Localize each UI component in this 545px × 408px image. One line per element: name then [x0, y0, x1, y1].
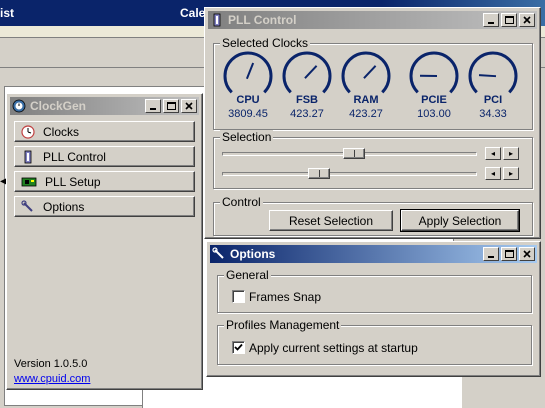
gauge-cpu-label: CPU: [236, 94, 260, 106]
minimize-icon: [488, 22, 494, 24]
frames-snap-label[interactable]: Frames Snap: [249, 290, 321, 304]
background-app-title-2: Cale: [180, 6, 206, 20]
gauge-pcie-value: 103.00: [417, 108, 451, 120]
selected-clocks-group: Selected Clocks CPU 3809.45 FSB 423.27 RAM 42…: [213, 36, 533, 130]
gauge-arc: [341, 51, 391, 94]
options-window-controls: [481, 247, 535, 261]
gauge-arc: [282, 51, 332, 94]
clockgen-window: ClockGen Clocks PLL Control PLL Setup Op…: [6, 93, 203, 390]
reset-selection-button[interactable]: Reset Selection: [269, 210, 393, 231]
menu-pll-setup-button[interactable]: PLL Setup: [14, 171, 195, 192]
clockgen-titlebar[interactable]: ClockGen: [10, 97, 199, 115]
minimize-icon: [488, 256, 494, 258]
slider-1-thumb[interactable]: [343, 148, 366, 159]
frames-snap-checkbox[interactable]: [232, 290, 245, 303]
circuit-board-icon: [21, 175, 37, 189]
menu-pll-control-button[interactable]: PLL Control: [14, 146, 195, 167]
website-link[interactable]: www.cpuid.com: [14, 373, 90, 385]
pll-control-title: PLL Control: [228, 13, 297, 27]
version-text: Version 1.0.5.0: [14, 358, 88, 370]
menu-options-label: Options: [43, 199, 85, 214]
selection-group: Selection ◂ ▸ ◂ ▸: [213, 130, 533, 189]
maximize-button[interactable]: [163, 99, 179, 113]
pll-chip-icon: [21, 150, 35, 164]
options-wrench-icon: [21, 199, 35, 214]
slider-1-decrement[interactable]: ◂: [485, 147, 501, 160]
gauge-needle: [478, 74, 497, 78]
slider-2-thumb[interactable]: [308, 168, 331, 179]
options-window: Options General Frames Snap Profiles Man…: [206, 241, 541, 377]
control-group: Control Reset Selection Apply Selection: [213, 195, 533, 236]
clockgen-app-icon: [12, 99, 26, 113]
close-button[interactable]: [519, 13, 535, 27]
control-label: Control: [220, 195, 263, 209]
selected-clocks-label: Selected Clocks: [220, 36, 311, 50]
pll-window-controls: [481, 13, 535, 27]
profiles-management-group: Profiles Management Apply current settin…: [217, 318, 532, 365]
maximize-icon: [166, 102, 176, 110]
slider-2-decrement[interactable]: ◂: [485, 167, 501, 180]
slider-2-track[interactable]: [222, 172, 477, 176]
maximize-button[interactable]: [501, 247, 517, 261]
general-label: General: [224, 268, 271, 282]
close-button[interactable]: [181, 99, 197, 113]
maximize-icon: [504, 250, 514, 258]
slider-1-increment[interactable]: ▸: [503, 147, 519, 160]
gauge-needle: [363, 65, 377, 79]
apply-at-startup-label[interactable]: Apply current settings at startup: [249, 341, 418, 355]
close-icon: [185, 102, 193, 110]
gauge-arc: [409, 51, 459, 94]
options-wrench-icon: [212, 247, 226, 261]
clockgen-title: ClockGen: [30, 99, 87, 113]
menu-pll-setup-label: PLL Setup: [45, 174, 101, 189]
background-app-title: ist: [0, 6, 15, 20]
gauge-needle: [245, 62, 255, 80]
minimize-button[interactable]: [145, 99, 161, 113]
gauge-needle: [304, 65, 318, 79]
gauge-fsb-value: 423.27: [290, 108, 324, 120]
gauge-cpu-value: 3809.45: [228, 108, 268, 120]
selection-label: Selection: [220, 130, 274, 144]
gauge-pci-value: 34.33: [479, 108, 507, 120]
pll-control-window: PLL Control Selected Clocks CPU 3809.45 FS…: [204, 7, 541, 239]
menu-clocks-label: Clocks: [43, 124, 80, 139]
minimize-button[interactable]: [483, 13, 499, 27]
close-button[interactable]: [519, 247, 535, 261]
clock-icon: [21, 124, 35, 139]
slider-2-increment[interactable]: ▸: [503, 167, 519, 180]
general-group: General Frames Snap: [217, 268, 532, 313]
menu-options-button[interactable]: Options: [14, 196, 195, 217]
apply-selection-button[interactable]: Apply Selection: [400, 209, 520, 232]
close-icon: [523, 250, 531, 258]
maximize-icon: [504, 16, 514, 24]
pll-chip-icon: [210, 13, 224, 27]
options-title: Options: [230, 247, 276, 261]
checkmark-icon: [234, 343, 243, 351]
pll-control-titlebar[interactable]: PLL Control: [208, 11, 537, 29]
gauge-pci-label: PCI: [483, 94, 503, 106]
clockgen-window-controls: [143, 99, 197, 113]
gauge-arc: [223, 51, 273, 94]
minimize-icon: [150, 108, 156, 110]
minimize-button[interactable]: [483, 247, 499, 261]
gauge-ram-value: 423.27: [349, 108, 383, 120]
gauge-arc: [468, 51, 518, 94]
gauge-ram-label: RAM: [353, 94, 379, 106]
gauge-pcie-label: PCIE: [421, 94, 447, 106]
profiles-management-label: Profiles Management: [224, 318, 342, 332]
menu-pll-control-label: PLL Control: [43, 149, 106, 164]
close-icon: [523, 16, 531, 24]
gauge-fsb-label: FSB: [296, 94, 318, 106]
apply-at-startup-checkbox[interactable]: [232, 341, 245, 354]
maximize-button[interactable]: [501, 13, 517, 27]
options-titlebar[interactable]: Options: [210, 245, 537, 263]
menu-clocks-button[interactable]: Clocks: [14, 121, 195, 142]
